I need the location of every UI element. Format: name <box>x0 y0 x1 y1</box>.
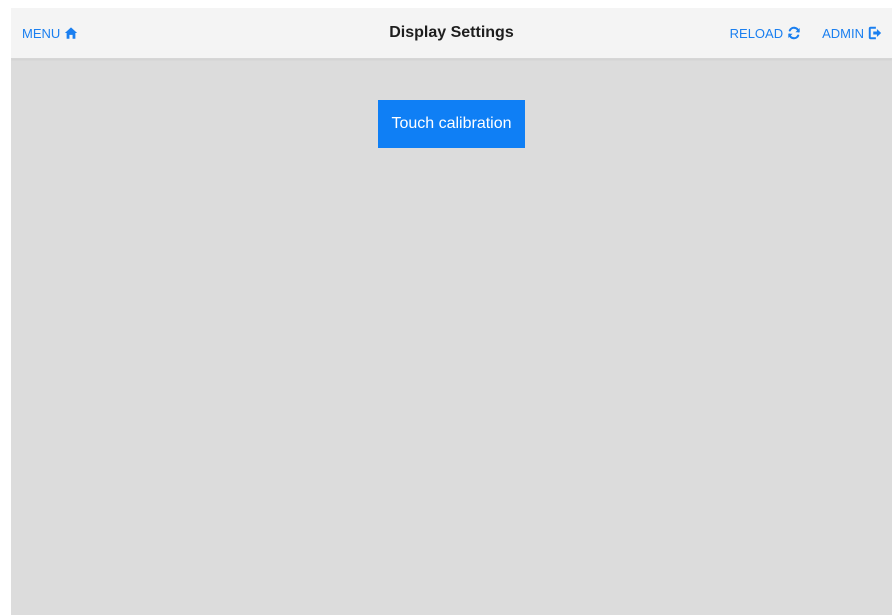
home-icon <box>64 26 78 40</box>
header-actions: RELOAD ADMIN <box>730 8 882 58</box>
admin-label: ADMIN <box>822 25 864 41</box>
logout-icon <box>868 26 882 40</box>
reload-label: RELOAD <box>729 25 784 41</box>
reload-link[interactable]: RELOAD <box>730 26 801 41</box>
admin-link[interactable]: ADMIN <box>822 26 882 41</box>
menu-label: MENU <box>22 25 61 41</box>
menu-link[interactable]: MENU <box>22 8 78 58</box>
app-window: MENU Display Settings RELOAD ADMIN Touch… <box>11 8 892 615</box>
refresh-icon <box>787 26 801 40</box>
touch-calibration-button[interactable]: Touch calibration <box>378 100 525 148</box>
top-bar: MENU Display Settings RELOAD ADMIN <box>11 8 892 59</box>
